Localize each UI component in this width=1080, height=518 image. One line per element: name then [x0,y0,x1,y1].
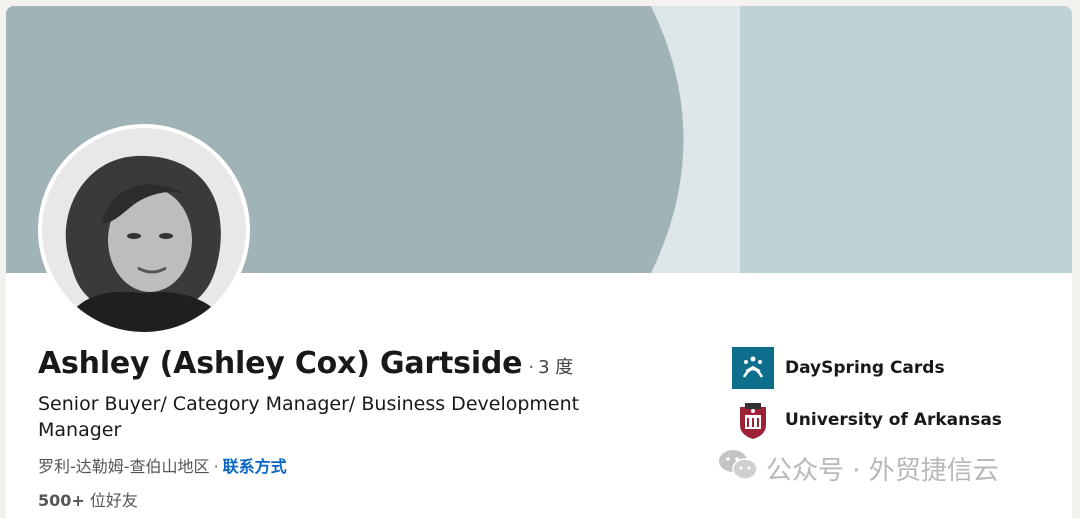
connections-count: 500+ [38,491,85,510]
watermark: 公众号 · 外贸捷信云 [718,448,999,489]
university-of-arkansas-logo-icon [732,399,774,441]
location-row: 罗利-达勒姆-查伯山地区 · 联系方式 [38,453,287,477]
org-name-university: University of Arkansas [785,410,1002,430]
connection-degree: 3 度 [538,357,574,378]
location-text: 罗利-达勒姆-查伯山地区 [38,457,210,476]
degree-separator: · [528,357,535,378]
location-separator: · [213,457,219,476]
org-item-dayspring[interactable]: DaySpring Cards [732,346,1002,390]
connections-label: 位好友 [89,491,138,510]
avatar [42,128,246,332]
profile-headline: Senior Buyer/ Category Manager/ Business… [38,393,580,441]
organizations-list: DaySpring Cards University of Arkansas [732,346,1002,450]
name-row: Ashley (Ashley Cox) Gartside · 3 度 [38,346,573,390]
profile-card: Ashley (Ashley Cox) Gartside · 3 度 Senio… [6,6,1072,518]
profile-name: Ashley (Ashley Cox) Gartside [38,346,523,381]
profile-photo[interactable] [38,124,250,336]
connections-row[interactable]: 500+ 位好友 [38,487,138,511]
wechat-icon [718,448,758,489]
watermark-text: 公众号 · 外贸捷信云 [766,456,999,486]
dayspring-logo-icon [732,347,774,389]
contact-info-link[interactable]: 联系方式 [223,457,287,476]
org-name-dayspring: DaySpring Cards [785,358,945,378]
org-item-university[interactable]: University of Arkansas [732,398,1002,442]
